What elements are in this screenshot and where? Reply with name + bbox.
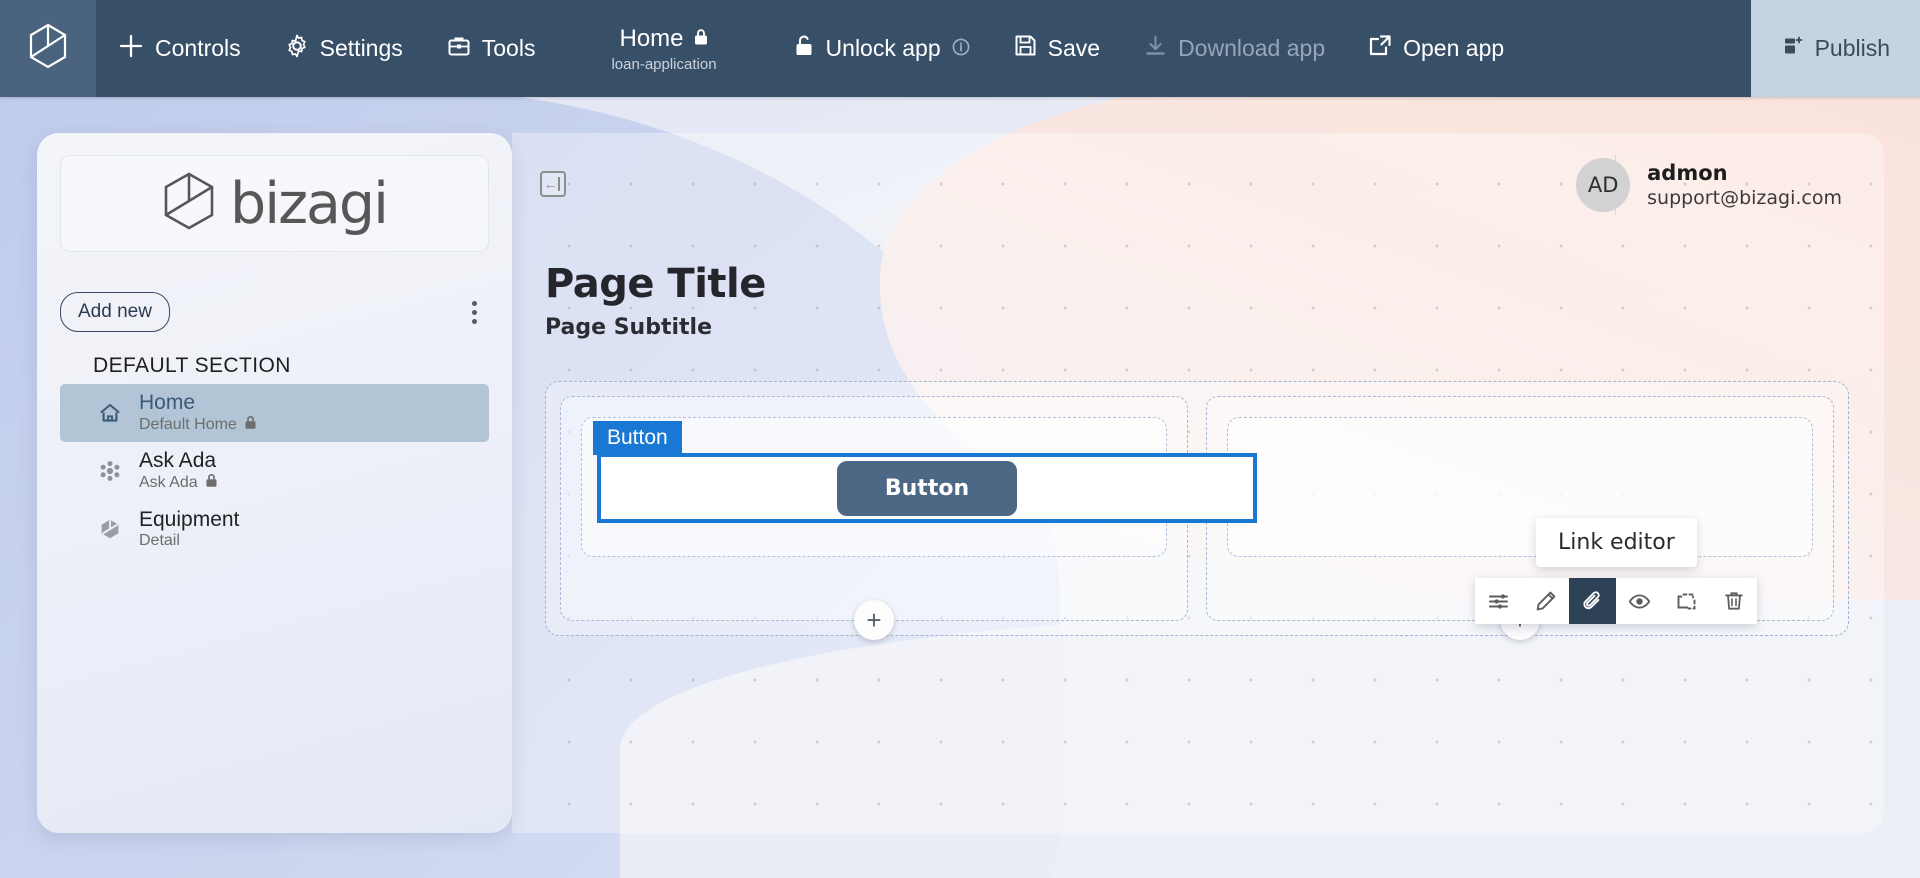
page-subtitle[interactable]: Page Subtitle [545, 315, 766, 340]
topbar-item-tools-label: Tools [481, 35, 536, 61]
page-canvas: ← AD admon support@bizagi.com Page Title… [512, 133, 1884, 833]
download-icon [1144, 34, 1167, 63]
sidebar-toolbar: Add new [60, 292, 489, 332]
publish-button[interactable]: Publish [1750, 0, 1920, 97]
drop-zone-right[interactable] [1227, 417, 1813, 557]
user-profile-chip[interactable]: AD admon support@bizagi.com [1576, 158, 1842, 212]
app-logo-button[interactable] [0, 0, 96, 97]
lock-icon [244, 415, 257, 435]
topbar-page-title: Home [619, 24, 684, 52]
app-root: Controls Settings Tools Home loan-applic… [0, 0, 1920, 878]
topbar-item-unlock-app[interactable]: Unlock app [771, 0, 992, 97]
topbar-page-title-row: Home [619, 25, 708, 53]
sidebar-item-home-subtitle-row: Default Home [139, 415, 257, 435]
add-widget-button-left[interactable]: + [854, 600, 894, 640]
topbar-item-settings-label: Settings [319, 35, 403, 61]
layout-column-left[interactable]: + Button Button [560, 396, 1257, 640]
widget-context-toolbar [1475, 578, 1757, 624]
add-new-button[interactable]: Add new [60, 292, 170, 332]
user-name: admon [1647, 161, 1728, 185]
unlock-icon [793, 34, 815, 64]
plus-icon [118, 33, 144, 65]
bizagi-hexagon-logo-icon [162, 171, 216, 236]
sidebar-item-home[interactable]: Home Default Home [60, 384, 489, 442]
sidebar-item-ask-ada-subtitle: Ask Ada [139, 473, 198, 491]
sidebar-item-equipment-title: Equipment [139, 508, 240, 532]
topbar-item-save-label: Save [1047, 35, 1101, 61]
sidebar-item-equipment-subtitle: Detail [139, 531, 180, 549]
info-icon[interactable] [952, 35, 970, 62]
widget-selection-tag: Button [593, 421, 682, 456]
sidebar-brand: bizagi [60, 155, 489, 252]
topbar-app-name: loan-application [611, 55, 717, 73]
collapse-arrow-glyph: ← [543, 176, 558, 192]
topbar-page-context[interactable]: Home loan-application [611, 0, 716, 97]
topbar-item-download-app-label: Download app [1178, 35, 1326, 61]
house-icon [97, 401, 123, 425]
sidebar-item-ask-ada-text: Ask Ada Ask Ada [139, 449, 218, 492]
gear-icon [285, 34, 309, 64]
topbar-item-controls-label: Controls [155, 35, 241, 61]
pencil-edit-icon[interactable] [1522, 578, 1569, 624]
sidebar-item-ask-ada-title: Ask Ada [139, 449, 217, 473]
floppy-disk-icon [1014, 34, 1037, 63]
sidebar-item-home-text: Home Default Home [139, 391, 257, 434]
topbar-left-group: Controls Settings Tools [96, 0, 557, 97]
eye-visibility-icon[interactable] [1616, 578, 1663, 624]
properties-sliders-icon[interactable] [1475, 578, 1522, 624]
topbar-right-group: Unlock app Save Download app Open app [771, 0, 1527, 97]
lock-icon [693, 25, 709, 53]
topbar-item-tools[interactable]: Tools [425, 0, 558, 97]
external-link-icon [1369, 34, 1392, 63]
topbar-item-save[interactable]: Save [992, 0, 1122, 97]
publish-button-label: Publish [1814, 35, 1890, 61]
button-widget[interactable]: Button [836, 460, 1018, 516]
sidebar-item-equipment-text: Equipment Detail [139, 508, 239, 549]
trash-delete-icon[interactable] [1710, 578, 1757, 624]
pages-sidebar: bizagi Add new DEFAULT SECTION Home Defa… [37, 133, 512, 833]
topbar-item-controls[interactable]: Controls [96, 0, 263, 97]
sidebar-item-home-subtitle: Default Home [139, 415, 237, 433]
user-text: admon support@bizagi.com [1647, 161, 1842, 209]
paperclip-link-icon[interactable] [1569, 578, 1616, 624]
lock-icon [205, 473, 218, 493]
topbar-item-download-app[interactable]: Download app [1122, 0, 1347, 97]
user-email: support@bizagi.com [1647, 187, 1842, 209]
sidebar-item-equipment[interactable]: Equipment Detail [60, 500, 489, 558]
topbar-item-open-app-label: Open app [1403, 35, 1505, 61]
link-editor-tooltip: Link editor [1536, 518, 1697, 567]
sidebar-item-ask-ada-subtitle-row: Ask Ada [139, 473, 218, 493]
asterisk-icon [97, 459, 123, 483]
sidebar-section-label: DEFAULT SECTION [93, 354, 291, 377]
top-toolbar: Controls Settings Tools Home loan-applic… [0, 0, 1920, 97]
page-header: Page Title Page Subtitle [545, 261, 766, 340]
collapse-panel-icon[interactable]: ← [540, 171, 566, 197]
sidebar-item-home-title: Home [139, 391, 196, 415]
sidebar-item-ask-ada[interactable]: Ask Ada Ask Ada [60, 442, 489, 500]
topbar-item-settings[interactable]: Settings [263, 0, 425, 97]
avatar: AD [1576, 158, 1631, 212]
kebab-menu-icon[interactable] [459, 294, 489, 330]
duplicate-copy-icon[interactable] [1663, 578, 1710, 624]
topbar-item-open-app[interactable]: Open app [1347, 0, 1526, 97]
topbar-item-unlock-app-label: Unlock app [825, 35, 941, 61]
publish-icon [1781, 35, 1803, 63]
toolbox-icon [447, 34, 471, 64]
bizagi-hexagon-logo-icon [28, 23, 68, 74]
sidebar-brand-text: bizagi [230, 170, 389, 237]
collapse-bar [558, 177, 560, 191]
hexagon-cube-icon [97, 517, 123, 541]
button-widget-selected[interactable]: Button [597, 453, 1257, 523]
page-title[interactable]: Page Title [545, 261, 766, 307]
